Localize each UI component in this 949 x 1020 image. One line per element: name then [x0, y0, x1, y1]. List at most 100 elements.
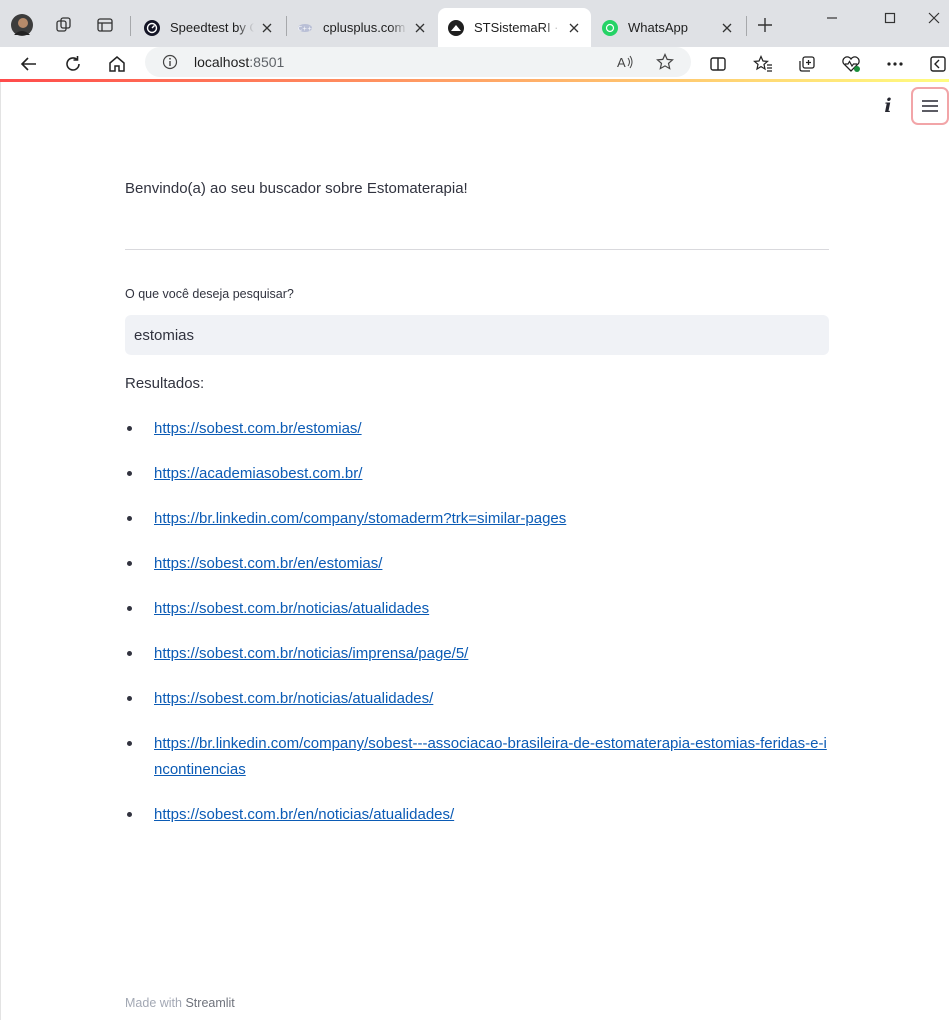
browser-tab-bar: Speedtest by Ookla C++ cplusplus.com STS…: [0, 0, 949, 47]
hamburger-menu-icon: [922, 100, 938, 112]
list-item: https://sobest.com.br/en/estomias/: [125, 551, 829, 577]
plus-icon: [758, 18, 772, 32]
bullet: [127, 561, 132, 566]
tab-separator: [130, 16, 131, 36]
tab-title: WhatsApp: [628, 20, 688, 35]
bullet: [127, 651, 132, 656]
url-host: localhost: [194, 54, 250, 70]
page-border: [0, 82, 1, 1020]
refresh-button[interactable]: [58, 49, 88, 79]
bullet: [127, 606, 132, 611]
list-item: https://br.linkedin.com/company/stomader…: [125, 506, 829, 532]
list-item: https://sobest.com.br/noticias/atualidad…: [125, 686, 829, 712]
profile-avatar[interactable]: [9, 12, 35, 38]
list-item: https://br.linkedin.com/company/sobest--…: [125, 731, 829, 783]
tab-whatsapp[interactable]: WhatsApp: [592, 8, 744, 47]
streamlit-icon: [448, 19, 464, 36]
main-menu-button[interactable]: [911, 87, 949, 125]
app-page: i Benvindo(a) ao seu buscador sobre Esto…: [0, 82, 949, 1020]
refresh-icon: [66, 56, 80, 71]
svg-text:A: A: [617, 55, 626, 70]
svg-text:C++: C++: [298, 25, 312, 32]
result-link[interactable]: https://sobest.com.br/noticias/atualidad…: [154, 600, 429, 617]
bullet: [127, 812, 132, 817]
bullet: [127, 426, 132, 431]
browser-toolbar: localhost:8501 A: [0, 47, 949, 80]
minimize-button[interactable]: [817, 8, 847, 28]
tab-separator: [746, 16, 747, 36]
arrow-left-icon: [20, 57, 36, 71]
avatar-icon: [11, 14, 33, 36]
close-icon: [928, 12, 940, 24]
tab-cplusplus[interactable]: C++ cplusplus.com: [287, 8, 437, 47]
footer: Made with Streamlit: [125, 996, 235, 1010]
list-item: https://sobest.com.br/estomias/: [125, 416, 829, 442]
streamlit-link[interactable]: Streamlit: [185, 996, 234, 1010]
maximize-icon: [884, 12, 896, 24]
result-link[interactable]: https://sobest.com.br/estomias/: [154, 420, 362, 437]
close-icon[interactable]: [718, 19, 736, 37]
sidebar-icon: [929, 56, 946, 72]
divider: [125, 249, 829, 250]
favorites-button[interactable]: [748, 49, 778, 79]
maximize-button[interactable]: [875, 8, 905, 28]
workspaces-button[interactable]: [51, 12, 77, 38]
info-icon[interactable]: i: [876, 94, 900, 118]
list-item: https://sobest.com.br/en/noticias/atuali…: [125, 802, 829, 828]
result-link[interactable]: https://sobest.com.br/en/noticias/atuali…: [154, 806, 454, 823]
workspaces-icon: [56, 17, 71, 32]
close-icon[interactable]: [411, 19, 429, 37]
home-button[interactable]: [102, 49, 132, 79]
home-icon: [109, 56, 125, 72]
browser-essentials-button[interactable]: [836, 49, 866, 79]
favorites-list-icon: [753, 55, 772, 72]
whatsapp-icon: [602, 19, 618, 36]
tab-actions-icon: [97, 18, 113, 32]
url-port: :8501: [249, 54, 285, 70]
cplusplus-icon: C++: [297, 20, 313, 36]
footer-prefix: Made with: [125, 996, 182, 1010]
search-input[interactable]: [125, 315, 829, 355]
split-screen-button[interactable]: [703, 49, 733, 79]
result-link[interactable]: https://br.linkedin.com/company/stomader…: [154, 510, 566, 527]
results-list: https://sobest.com.br/estomias/ https://…: [125, 416, 829, 847]
read-aloud-icon[interactable]: A: [615, 52, 635, 72]
address-bar[interactable]: localhost:8501 A: [145, 47, 691, 77]
back-button[interactable]: [14, 49, 44, 79]
bullet: [127, 471, 132, 476]
result-link[interactable]: https://sobest.com.br/en/estomias/: [154, 555, 382, 572]
result-link[interactable]: https://sobest.com.br/noticias/atualidad…: [154, 690, 433, 707]
collections-icon: [799, 56, 815, 72]
tab-title: Speedtest by Ookla: [170, 20, 254, 35]
address-url: localhost:8501: [194, 54, 284, 70]
close-icon[interactable]: [565, 19, 583, 37]
welcome-text: Benvindo(a) ao seu buscador sobre Estoma…: [125, 180, 468, 197]
result-link[interactable]: https://academiasobest.com.br/: [154, 465, 362, 482]
split-screen-icon: [710, 57, 726, 71]
bullet: [127, 696, 132, 701]
speedtest-icon: [144, 19, 160, 36]
tab-actions-button[interactable]: [92, 12, 118, 38]
tab-title: STSistemaRI · Streamlit: [474, 20, 561, 35]
list-item: https://academiasobest.com.br/: [125, 461, 829, 487]
minimize-icon: [827, 17, 837, 19]
settings-more-button[interactable]: [880, 49, 910, 79]
favorite-star-icon[interactable]: [655, 52, 675, 72]
info-icon[interactable]: [162, 54, 178, 70]
tab-stsistemari[interactable]: STSistemaRI · Streamlit: [438, 8, 591, 47]
more-horizontal-icon: [887, 62, 903, 66]
sidebar-toggle-button[interactable]: [924, 49, 949, 79]
bullet: [127, 741, 132, 746]
close-window-button[interactable]: [919, 8, 949, 28]
result-link[interactable]: https://sobest.com.br/noticias/imprensa/…: [154, 645, 468, 662]
result-link[interactable]: https://br.linkedin.com/company/sobest--…: [154, 735, 827, 778]
close-icon[interactable]: [258, 19, 276, 37]
results-label: Resultados:: [125, 375, 205, 392]
bullet: [127, 516, 132, 521]
tab-title: cplusplus.com: [323, 20, 406, 35]
collections-button[interactable]: [792, 49, 822, 79]
new-tab-button[interactable]: [752, 12, 778, 38]
list-item: https://sobest.com.br/noticias/imprensa/…: [125, 641, 829, 667]
heart-pulse-icon: [842, 56, 860, 72]
tab-speedtest[interactable]: Speedtest by Ookla: [134, 8, 284, 47]
